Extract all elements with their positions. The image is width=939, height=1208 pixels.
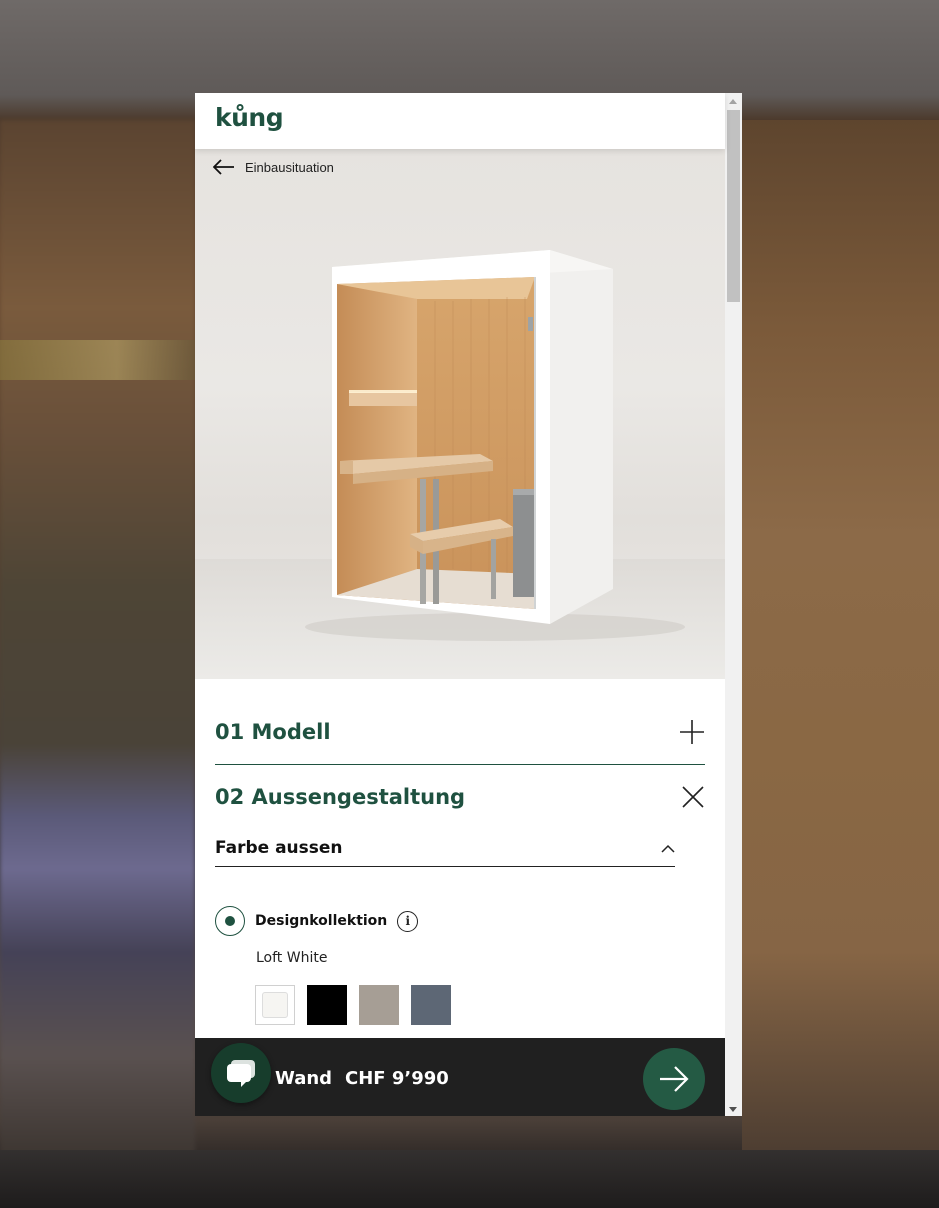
color-swatches xyxy=(255,985,451,1025)
section-title: 02 Aussengestaltung xyxy=(215,785,466,809)
logo[interactable]: kůng xyxy=(215,103,284,132)
background-bottom xyxy=(0,1150,939,1208)
background-right xyxy=(742,120,939,1160)
selected-color-name: Loft White xyxy=(256,950,328,966)
subsection-farbe-aussen[interactable]: Farbe aussen xyxy=(215,838,675,858)
section-modell[interactable]: 01 Modell xyxy=(215,719,705,745)
price: CHF 9’990 xyxy=(345,1068,449,1089)
plus-icon[interactable] xyxy=(679,719,705,745)
section-title: 01 Modell xyxy=(215,720,331,744)
swatch-fill xyxy=(262,992,288,1018)
configurator-frame: kůng Einbausituation 01 Modell 02 Aussen… xyxy=(195,93,742,1116)
next-button[interactable] xyxy=(643,1048,705,1110)
subsection-underline xyxy=(215,866,675,867)
background-glow xyxy=(0,340,195,380)
chat-icon xyxy=(227,1060,255,1087)
swatch-black[interactable] xyxy=(307,985,347,1025)
scrollbar[interactable] xyxy=(725,93,742,1116)
option-designkollektion[interactable]: Designkollektion i xyxy=(215,906,419,936)
swatch-slate[interactable] xyxy=(411,985,451,1025)
bar-label: Wand xyxy=(275,1068,333,1089)
subsection-title: Farbe aussen xyxy=(215,838,343,858)
swatch-taupe[interactable] xyxy=(359,985,399,1025)
radio-dot xyxy=(225,916,235,926)
radio-button[interactable] xyxy=(215,906,245,936)
arrow-left-icon xyxy=(213,159,234,175)
header: kůng xyxy=(195,93,725,149)
sauna-image xyxy=(195,250,725,679)
configurator-content: kůng Einbausituation 01 Modell 02 Aussen… xyxy=(195,93,725,1116)
bottom-bar: Wand CHF 9’990 xyxy=(195,1038,725,1116)
close-icon[interactable] xyxy=(681,785,705,809)
background-left xyxy=(0,120,195,1160)
section-divider xyxy=(215,764,705,765)
back-link[interactable]: Einbausituation xyxy=(213,159,334,175)
swatch-loft-white[interactable] xyxy=(255,985,295,1025)
scroll-down-arrow[interactable] xyxy=(729,1107,737,1112)
section-aussengestaltung[interactable]: 02 Aussengestaltung xyxy=(215,785,705,809)
scroll-thumb[interactable] xyxy=(727,110,740,302)
chat-button[interactable] xyxy=(211,1043,271,1103)
back-link-label: Einbausituation xyxy=(245,159,334,175)
chevron-up-icon[interactable] xyxy=(661,844,675,853)
info-icon[interactable]: i xyxy=(397,910,419,932)
scroll-up-arrow[interactable] xyxy=(729,99,737,104)
option-label: Designkollektion xyxy=(255,913,388,929)
sauna-preview: Einbausituation xyxy=(195,149,725,679)
arrow-right-icon xyxy=(660,1066,689,1092)
